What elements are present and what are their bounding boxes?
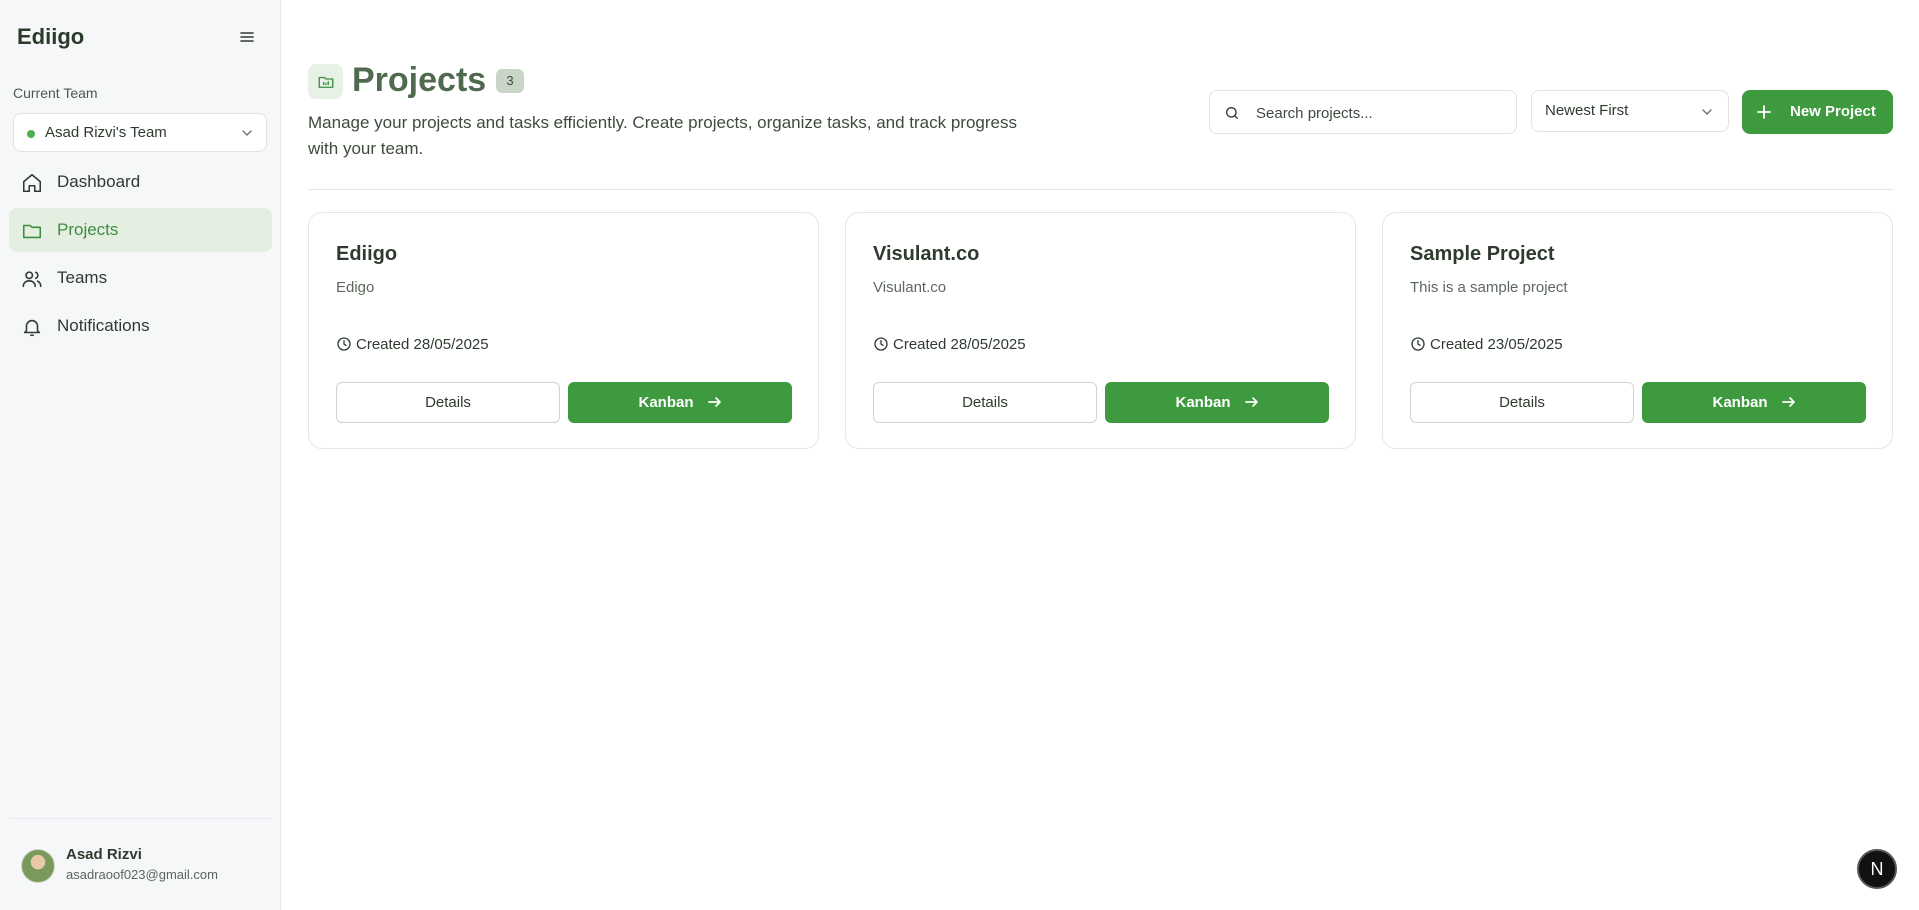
kanban-button[interactable]: Kanban xyxy=(1642,382,1866,423)
project-name: Visulant.co xyxy=(873,243,980,265)
chevron-down-icon xyxy=(240,126,254,140)
sidebar-nav: Dashboard Projects Teams Notifications xyxy=(9,160,272,352)
page-description: Manage your projects and tasks efficient… xyxy=(308,113,1017,158)
plus-icon xyxy=(1757,105,1771,119)
sort-select[interactable]: Newest First xyxy=(1531,90,1729,132)
kanban-label: Kanban xyxy=(638,394,694,411)
project-description: Visulant.co xyxy=(873,279,947,296)
brand-row: Ediigo xyxy=(17,22,257,52)
project-card: Ediigo Edigo Created 28/05/2025 Details … xyxy=(308,212,819,449)
app-logo: Ediigo xyxy=(17,24,85,49)
sidebar-divider xyxy=(9,818,272,819)
page-title: Projects xyxy=(352,61,487,99)
chevron-down-icon xyxy=(1702,109,1712,115)
project-created: Created 28/05/2025 xyxy=(873,336,1026,353)
clock-icon xyxy=(337,337,351,351)
kanban-label: Kanban xyxy=(1712,394,1768,411)
project-created-text: Created 23/05/2025 xyxy=(1430,336,1563,353)
sidebar-item-teams[interactable]: Teams xyxy=(9,256,272,300)
current-team-label: Current Team xyxy=(13,85,98,101)
sidebar-item-projects[interactable]: Projects xyxy=(9,208,272,252)
project-count-badge: 3 xyxy=(496,69,524,93)
team-status-dot xyxy=(27,130,35,138)
arrow-right-icon xyxy=(707,397,721,407)
search-input[interactable] xyxy=(1254,101,1508,125)
sort-value: Newest First xyxy=(1545,102,1629,119)
details-button[interactable]: Details xyxy=(1410,382,1634,423)
project-created: Created 28/05/2025 xyxy=(336,336,489,353)
project-created-text: Created 28/05/2025 xyxy=(356,336,489,353)
bell-icon xyxy=(21,316,43,338)
sidebar-item-label: Notifications xyxy=(57,316,150,335)
project-description: This is a sample project xyxy=(1410,279,1568,296)
project-name: Ediigo xyxy=(336,243,398,265)
project-created: Created 23/05/2025 xyxy=(1410,336,1563,353)
user-name: Asad Rizvi xyxy=(66,846,142,863)
menu-icon[interactable] xyxy=(237,27,257,47)
details-button[interactable]: Details xyxy=(336,382,560,423)
sidebar-item-label: Projects xyxy=(57,220,119,239)
search-icon xyxy=(1226,107,1238,119)
clock-icon xyxy=(1411,337,1425,351)
project-created-text: Created 28/05/2025 xyxy=(893,336,1026,353)
new-project-label: New Project xyxy=(1790,103,1876,120)
folder-icon xyxy=(308,64,343,99)
search-box xyxy=(1209,90,1517,134)
project-description: Edigo xyxy=(336,279,375,296)
team-select[interactable]: Asad Rizvi's Team xyxy=(13,113,267,152)
details-button[interactable]: Details xyxy=(873,382,1097,423)
sidebar-item-label: Teams xyxy=(57,268,108,287)
home-icon xyxy=(21,172,43,194)
project-name: Sample Project xyxy=(1410,243,1555,265)
sidebar-item-label: Dashboard xyxy=(57,172,141,191)
sidebar: Ediigo Current Team Asad Rizvi's Team Da… xyxy=(0,0,281,910)
arrow-right-icon xyxy=(1781,397,1795,407)
header-divider xyxy=(308,189,1893,190)
new-project-button[interactable]: New Project xyxy=(1742,90,1893,134)
kanban-label: Kanban xyxy=(1175,394,1231,411)
kanban-button[interactable]: Kanban xyxy=(568,382,792,423)
user-profile[interactable]: Asad Rizvi asadraoof023@gmail.com xyxy=(21,846,271,888)
nextjs-dev-badge[interactable]: N xyxy=(1857,849,1897,889)
sidebar-item-dashboard[interactable]: Dashboard xyxy=(9,160,272,204)
users-icon xyxy=(21,268,43,290)
avatar xyxy=(21,849,55,883)
project-card: Visulant.co Visulant.co Created 28/05/20… xyxy=(845,212,1356,449)
clock-icon xyxy=(874,337,888,351)
arrow-right-icon xyxy=(1244,397,1258,407)
main-content: Projects 3 Manage your projects and task… xyxy=(282,0,1919,910)
kanban-button[interactable]: Kanban xyxy=(1105,382,1329,423)
project-card: Sample Project This is a sample project … xyxy=(1382,212,1893,449)
user-email: asadraoof023@gmail.com xyxy=(66,867,218,882)
folder-icon xyxy=(21,220,43,242)
sidebar-item-notifications[interactable]: Notifications xyxy=(9,304,272,348)
team-name: Asad Rizvi's Team xyxy=(45,124,167,141)
